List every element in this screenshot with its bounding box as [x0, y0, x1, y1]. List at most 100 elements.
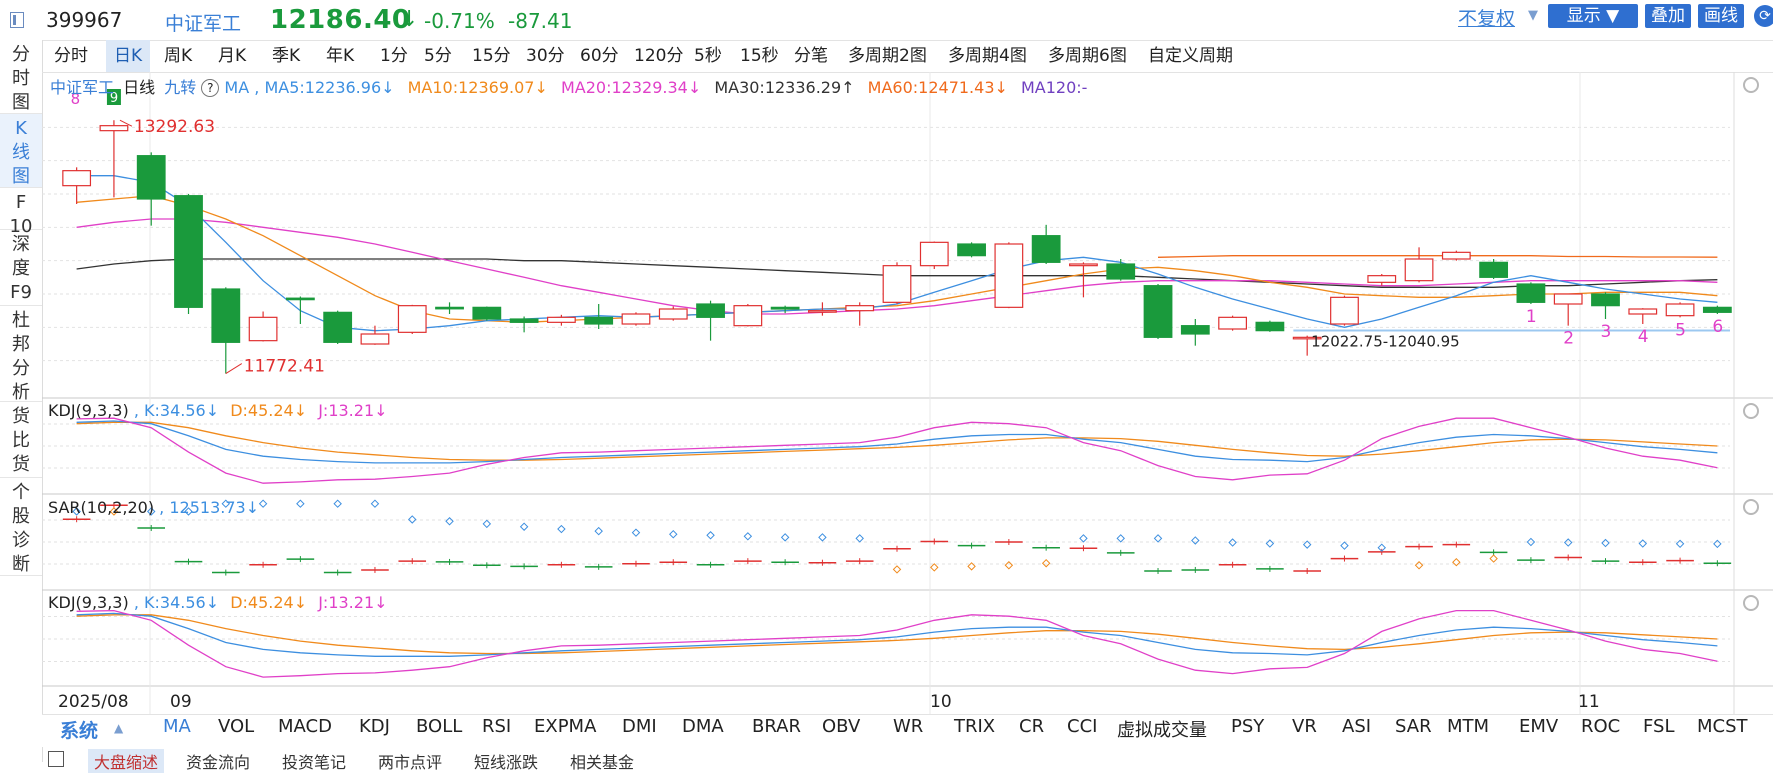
- legend-name[interactable]: 中证军工: [50, 78, 114, 97]
- indicator-tab[interactable]: CCI: [1067, 716, 1097, 737]
- indicator-tab[interactable]: 虚拟成交量: [1117, 716, 1207, 742]
- x-axis-label: 2025/08: [58, 692, 129, 712]
- sidebar-item[interactable]: K 线 图: [0, 114, 42, 188]
- indicator-tab[interactable]: MTM: [1447, 716, 1489, 737]
- period-tab[interactable]: 自定义周期: [1140, 40, 1241, 72]
- candle-body: [1031, 235, 1061, 263]
- legend-ma120: MA120:-: [1021, 78, 1088, 97]
- ma5-line: [76, 175, 1718, 332]
- period-tab[interactable]: 多周期2图: [840, 40, 935, 72]
- indicator-tab[interactable]: ROC: [1581, 716, 1620, 737]
- indicator-tab[interactable]: KDJ: [359, 716, 390, 737]
- period-tab[interactable]: 月K: [210, 40, 254, 72]
- checkbox[interactable]: [48, 751, 64, 767]
- indicator-tab[interactable]: VR: [1292, 716, 1317, 737]
- chevron-down-icon[interactable]: ▼: [1528, 8, 1538, 23]
- lower-tab[interactable]: 两市点评: [378, 749, 442, 773]
- period-tab[interactable]: 分笔: [786, 40, 836, 72]
- kline-chart-area[interactable]: 13292.6311772.4112022.75-12040.958 912 3 4 5…: [42, 72, 1773, 714]
- indicator-tab[interactable]: EXPMA: [534, 716, 596, 737]
- indicator-tab[interactable]: BRAR: [752, 716, 801, 737]
- sidebar-item[interactable]: 深 度 F9: [0, 230, 42, 306]
- candle-body: [1069, 263, 1098, 267]
- period-tab[interactable]: 季K: [264, 40, 308, 72]
- period-tab[interactable]: 15分: [464, 40, 519, 72]
- indicator-tab[interactable]: MA: [163, 716, 191, 737]
- sidebar-item[interactable]: 分 时 图: [0, 40, 42, 114]
- sar-point: [1340, 541, 1349, 550]
- refresh-icon[interactable]: ⟳: [1754, 5, 1773, 27]
- period-tab[interactable]: 多周期4图: [940, 40, 1035, 72]
- period-tab[interactable]: 30分: [518, 40, 573, 72]
- period-tab[interactable]: 5秒: [686, 40, 730, 72]
- candle-body: [808, 310, 837, 313]
- period-tab[interactable]: 多周期6图: [1040, 40, 1135, 72]
- legend-ma[interactable]: MA: [224, 78, 249, 97]
- change-value: -87.41: [508, 9, 573, 33]
- period-tab[interactable]: 5分: [416, 40, 460, 72]
- lower-tab[interactable]: 资金流向: [186, 749, 250, 773]
- sar-point: [445, 517, 454, 526]
- indicator-tab[interactable]: MACD: [278, 716, 332, 737]
- stock-name[interactable]: 中证军工: [165, 9, 241, 36]
- indicator-tab[interactable]: ASI: [1342, 716, 1371, 737]
- candle-body: [919, 241, 949, 267]
- period-tab[interactable]: 15秒: [732, 40, 787, 72]
- indicator-tab[interactable]: RSI: [482, 716, 511, 737]
- indicator-tab[interactable]: TRIX: [954, 716, 995, 737]
- period-tab[interactable]: 1分: [372, 40, 416, 72]
- legend-ma10: MA10:12369.07↓: [407, 78, 548, 97]
- period-tab[interactable]: 日K: [106, 40, 151, 72]
- sidebar-item[interactable]: 货 比 货: [0, 402, 42, 478]
- sidebar-item[interactable]: F 10: [0, 188, 42, 237]
- indicator-tab[interactable]: MCST: [1697, 716, 1748, 737]
- indicator-tab[interactable]: PSY: [1231, 716, 1264, 737]
- gear-icon[interactable]: [1743, 403, 1759, 419]
- sar-point: [1414, 561, 1424, 570]
- legend-nine-turn[interactable]: 九转: [164, 78, 196, 97]
- indicator-tab[interactable]: OBV: [822, 716, 860, 737]
- indicator-tab[interactable]: DMA: [682, 716, 724, 737]
- draw-line-button[interactable]: 画线: [1698, 4, 1744, 28]
- sidebar-item[interactable]: 个 股 诊 断: [0, 478, 42, 576]
- sar-title[interactable]: SAR(10,2,20): [48, 498, 154, 517]
- help-icon[interactable]: ?: [201, 79, 220, 97]
- chevron-up-icon[interactable]: ▲: [114, 721, 123, 735]
- indicator-tab[interactable]: CR: [1019, 716, 1044, 737]
- lower-tab[interactable]: 短线涨跌: [474, 749, 538, 773]
- indicator-tab[interactable]: SAR: [1395, 716, 1432, 737]
- lower-tab[interactable]: 投资笔记: [282, 749, 346, 773]
- display-button[interactable]: 显示 ▼: [1548, 4, 1638, 28]
- gear-icon[interactable]: [1743, 595, 1759, 611]
- indicator-tab[interactable]: WR: [893, 716, 923, 737]
- period-tab[interactable]: 120分: [626, 40, 691, 72]
- overlay-button[interactable]: 叠加: [1645, 4, 1691, 28]
- candle-body: [435, 306, 464, 310]
- main-legend: 中证军工 日线 九转 ? MA , MA5:12236.96↓ MA10:123…: [50, 78, 1088, 97]
- gear-icon[interactable]: [1743, 77, 1759, 93]
- sidebar-item[interactable]: 杜 邦 分 析: [0, 306, 42, 403]
- indicator-tab[interactable]: BOLL: [416, 716, 462, 737]
- lower-tab[interactable]: 相关基金: [570, 749, 634, 773]
- indicator-tab[interactable]: FSL: [1643, 716, 1675, 737]
- lower-tab[interactable]: 大盘缩述: [88, 749, 165, 773]
- candle-body: [845, 305, 875, 312]
- period-tab[interactable]: 分时: [46, 40, 96, 72]
- candle-body: [584, 316, 614, 325]
- indicator-tab[interactable]: DMI: [622, 716, 657, 737]
- kdj-title[interactable]: KDJ(9,3,3): [48, 401, 129, 420]
- legend-ma60: MA60:12471.43↓: [867, 78, 1008, 97]
- adjust-mode-select[interactable]: 不复权: [1458, 4, 1515, 31]
- kdj2-title[interactable]: KDJ(9,3,3): [48, 593, 129, 612]
- gear-icon[interactable]: [1743, 499, 1759, 515]
- indicator-tab[interactable]: EMV: [1519, 716, 1558, 737]
- period-tab[interactable]: 周K: [156, 40, 200, 72]
- period-tab[interactable]: 60分: [572, 40, 627, 72]
- system-indicator-menu[interactable]: 系统: [60, 716, 98, 743]
- kdj-k-line: [76, 420, 1718, 464]
- candle-body: [733, 305, 763, 327]
- period-tab[interactable]: 年K: [318, 40, 362, 72]
- panel-toggle-icon[interactable]: [10, 12, 24, 28]
- sar-point: [1265, 539, 1275, 548]
- indicator-tab[interactable]: VOL: [218, 716, 254, 737]
